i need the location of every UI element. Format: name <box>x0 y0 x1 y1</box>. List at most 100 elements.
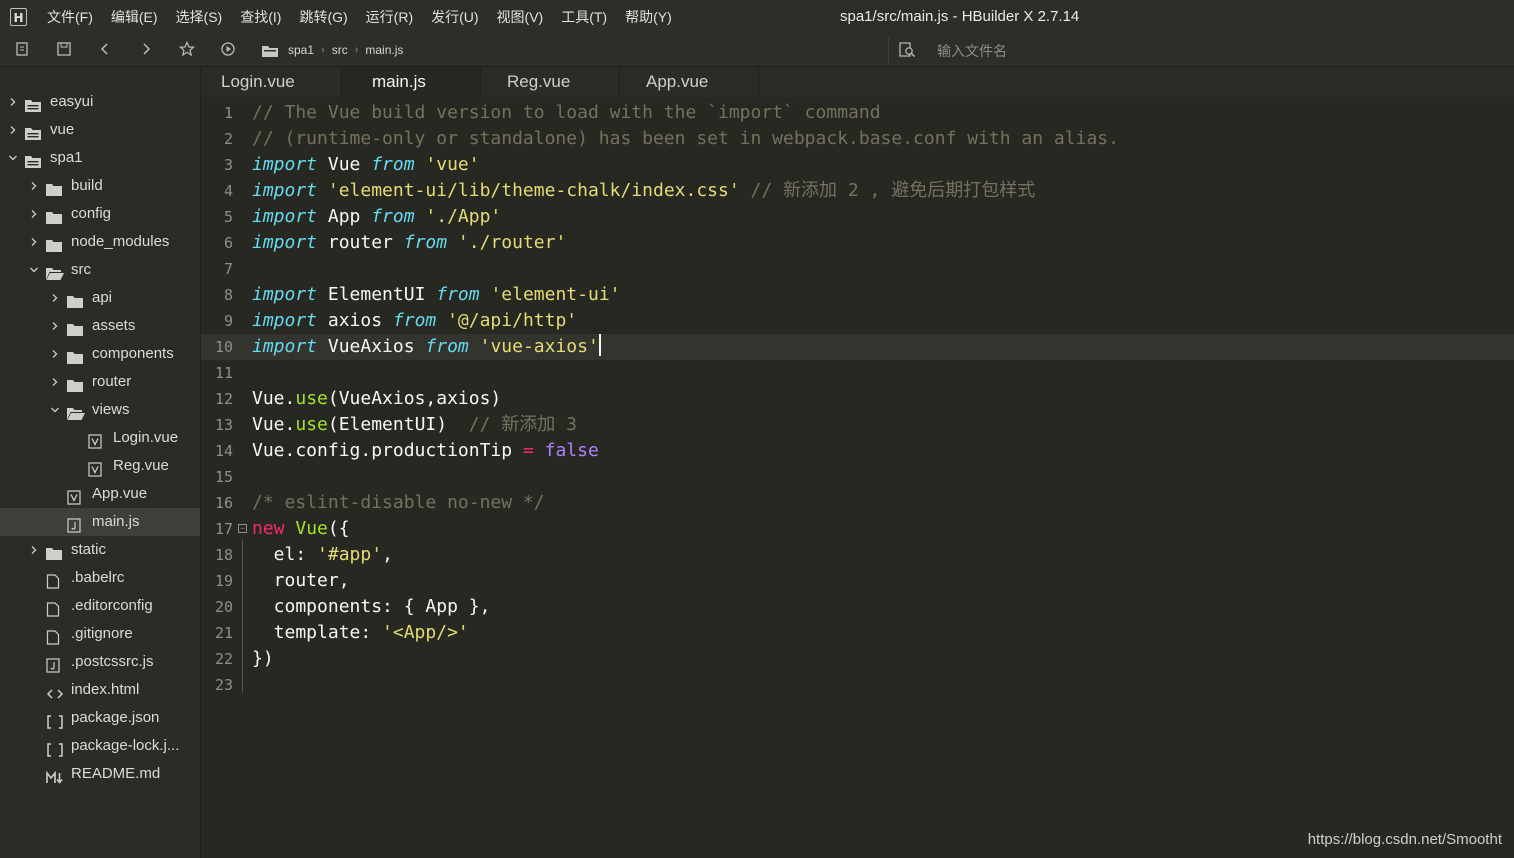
code-line[interactable]: 3 import Vue from 'vue' <box>201 152 1514 178</box>
chevron-right-icon[interactable] <box>50 312 60 340</box>
identifier: el: <box>252 544 318 565</box>
code-line[interactable]: 18 el: '#app', <box>201 542 1514 568</box>
breadcrumb-item[interactable]: spa1 <box>288 43 314 57</box>
tree-item[interactable]: node_modules <box>0 228 200 256</box>
identifier: Vue. <box>252 388 296 409</box>
tree-item-label: views <box>92 401 130 418</box>
tree-item[interactable]: spa1 <box>0 144 200 172</box>
code-line[interactable]: 7 <box>201 256 1514 282</box>
code-line[interactable]: 15 <box>201 464 1514 490</box>
tab-main-js[interactable]: main.js <box>342 67 480 97</box>
breadcrumb-item[interactable]: src <box>332 43 348 57</box>
menu-tools[interactable]: 工具(T) <box>552 0 616 34</box>
string: './router' <box>447 232 567 253</box>
tree-item[interactable]: .postcssrc.js <box>0 648 200 676</box>
chevron-right-icon[interactable] <box>50 368 60 396</box>
code-line[interactable]: 2 // (runtime-only or standalone) has bee… <box>201 126 1514 152</box>
project-folder-icon <box>25 123 41 140</box>
chevron-right-icon[interactable] <box>50 284 60 312</box>
tree-item[interactable]: api <box>0 284 200 312</box>
chevron-down-icon[interactable] <box>8 144 18 172</box>
chevron-right-icon[interactable] <box>29 228 39 256</box>
chevron-right-icon[interactable] <box>8 88 18 116</box>
tab-app-vue[interactable]: App.vue <box>620 67 758 97</box>
menu-publish[interactable]: 发行(U) <box>422 0 487 34</box>
fold-toggle-icon[interactable]: − <box>238 524 247 533</box>
menu-find[interactable]: 查找(I) <box>231 0 290 34</box>
menu-help[interactable]: 帮助(Y) <box>616 0 681 34</box>
keyword: import <box>252 206 318 227</box>
tree-item[interactable]: vue <box>0 116 200 144</box>
code-line[interactable]: 23 <box>201 672 1514 698</box>
star-icon[interactable] <box>178 41 196 59</box>
forward-icon[interactable] <box>137 41 155 59</box>
tree-item[interactable]: Reg.vue <box>0 452 200 480</box>
keyword: from <box>436 284 480 305</box>
code-line[interactable]: 1 // The Vue build version to load with t… <box>201 100 1514 126</box>
code-line[interactable]: 12 Vue.use(VueAxios,axios) <box>201 386 1514 412</box>
file-search-input[interactable] <box>935 40 1239 62</box>
tree-item[interactable]: components <box>0 340 200 368</box>
menu-run[interactable]: 运行(R) <box>357 0 422 34</box>
code-line[interactable]: 21 template: '<App/>' <box>201 620 1514 646</box>
tree-item[interactable]: build <box>0 172 200 200</box>
tree-item[interactable]: package-lock.j... <box>0 732 200 760</box>
code-line[interactable]: 19 router, <box>201 568 1514 594</box>
menu-select[interactable]: 选择(S) <box>167 0 232 34</box>
code-line[interactable]: 9 import axios from '@/api/http' <box>201 308 1514 334</box>
tree-item[interactable]: App.vue <box>0 480 200 508</box>
line-number: 20 <box>214 598 233 616</box>
string: 'vue' <box>414 154 480 175</box>
tree-item[interactable]: .gitignore <box>0 620 200 648</box>
tree-item[interactable]: main.js <box>0 508 200 536</box>
tree-item[interactable]: .babelrc <box>0 564 200 592</box>
tree-item[interactable]: index.html <box>0 676 200 704</box>
new-file-icon[interactable] <box>14 41 32 59</box>
tree-item[interactable]: static <box>0 536 200 564</box>
menu-goto[interactable]: 跳转(G) <box>290 0 356 34</box>
code-line[interactable]: 16 /* eslint-disable no-new */ <box>201 490 1514 516</box>
folder-icon <box>46 543 62 560</box>
run-icon[interactable] <box>219 41 237 59</box>
code-line[interactable]: 17− new Vue({ <box>201 516 1514 542</box>
code-line[interactable]: 22}) <box>201 646 1514 672</box>
code-line[interactable]: 4 import 'element-ui/lib/theme-chalk/inde… <box>201 178 1514 204</box>
code-line-current[interactable]: 10 import VueAxios from 'vue-axios' <box>201 334 1514 360</box>
tree-item[interactable]: easyui <box>0 88 200 116</box>
keyword: from <box>392 310 437 331</box>
keyword: new <box>252 518 285 539</box>
chevron-right-icon[interactable] <box>29 200 39 228</box>
code-line[interactable]: 14 Vue.config.productionTip = false <box>201 438 1514 464</box>
chevron-down-icon[interactable] <box>50 396 60 424</box>
code-line[interactable]: 13 Vue.use(ElementUI) // 新添加 3 <box>201 412 1514 438</box>
save-icon[interactable] <box>55 41 73 59</box>
tab-login-vue[interactable]: Login.vue <box>201 67 341 97</box>
tree-item[interactable]: assets <box>0 312 200 340</box>
tree-item[interactable]: views <box>0 396 200 424</box>
code-line[interactable]: 11 <box>201 360 1514 386</box>
tree-item[interactable]: src <box>0 256 200 284</box>
code-editor[interactable]: 1 // The Vue build version to load with t… <box>201 97 1514 858</box>
menu-edit[interactable]: 编辑(E) <box>102 0 167 34</box>
code-line[interactable]: 8 import ElementUI from 'element-ui' <box>201 282 1514 308</box>
chevron-down-icon[interactable] <box>29 256 39 284</box>
chevron-right-icon[interactable] <box>8 116 18 144</box>
tree-item[interactable]: Login.vue <box>0 424 200 452</box>
tree-item-label: node_modules <box>71 233 170 250</box>
back-icon[interactable] <box>96 41 114 59</box>
code-line[interactable]: 5 import App from './App' <box>201 204 1514 230</box>
chevron-right-icon[interactable] <box>29 172 39 200</box>
chevron-right-icon[interactable] <box>29 536 39 564</box>
tree-item[interactable]: README.md <box>0 760 200 788</box>
breadcrumb-item[interactable]: main.js <box>365 43 403 57</box>
chevron-right-icon[interactable] <box>50 340 60 368</box>
tree-item[interactable]: router <box>0 368 200 396</box>
tree-item[interactable]: config <box>0 200 200 228</box>
code-line[interactable]: 20 components: { App }, <box>201 594 1514 620</box>
tree-item[interactable]: package.json <box>0 704 200 732</box>
tab-reg-vue[interactable]: Reg.vue <box>481 67 619 97</box>
tree-item[interactable]: .editorconfig <box>0 592 200 620</box>
code-line[interactable]: 6 import router from './router' <box>201 230 1514 256</box>
menu-file[interactable]: 文件(F) <box>38 0 102 34</box>
menu-view[interactable]: 视图(V) <box>488 0 553 34</box>
